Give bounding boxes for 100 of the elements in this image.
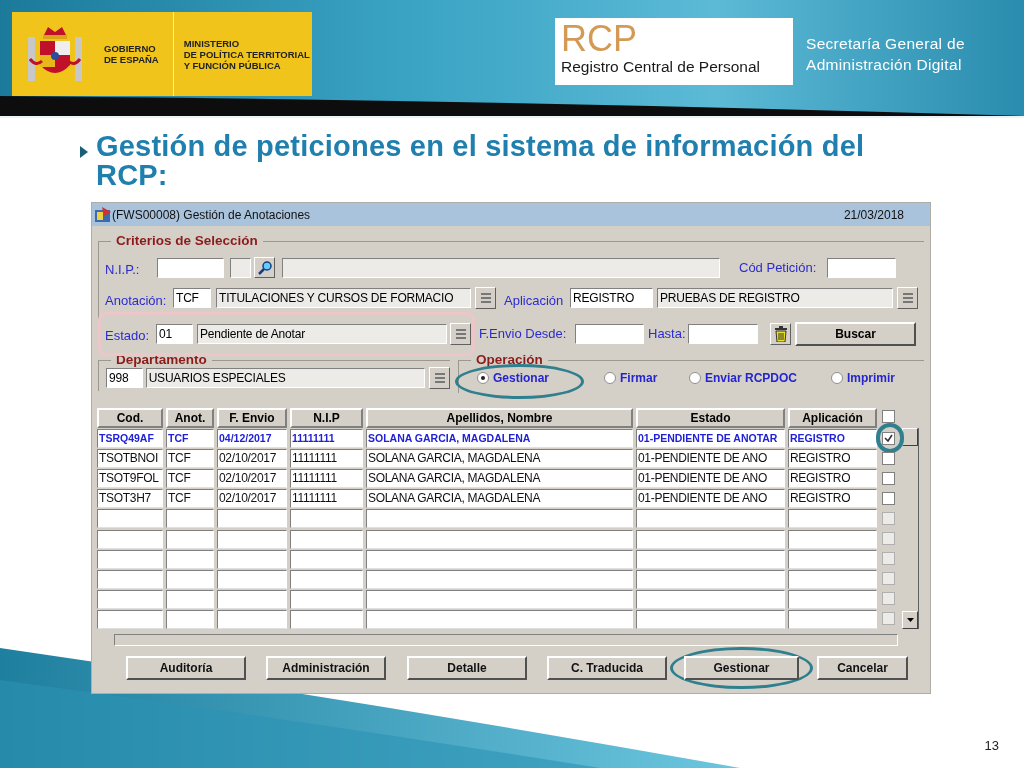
table-cell: TSOT3H7 (97, 489, 163, 509)
scrollbar[interactable] (902, 428, 919, 629)
table-cell: TSRQ49AF (97, 429, 163, 449)
field-label: Hasta: (648, 325, 687, 344)
table-cell: SOLANA GARCIA, MAGDALENA (366, 429, 633, 449)
check-icon (884, 433, 893, 443)
table-cell (217, 529, 287, 549)
table-cell: TCF (166, 429, 214, 449)
trash-icon (774, 326, 787, 342)
slide-title: Gestión de peticiones en el sistema de información del RCP: (96, 132, 866, 190)
checkbox[interactable] (882, 511, 895, 525)
table-cell (166, 589, 214, 609)
logo-name: Registro Central de Personal (561, 58, 761, 76)
action-button[interactable]: Cancelar (817, 656, 908, 680)
checkbox[interactable] (882, 410, 895, 423)
checkbox[interactable] (882, 491, 895, 505)
table-cell: 01-PENDIENTE DE ANO (636, 469, 785, 489)
column-header[interactable]: F. Envio (217, 408, 287, 428)
input-field[interactable] (827, 257, 896, 278)
page-number: 13 (984, 737, 999, 755)
table-cell: 02/10/2017 (217, 489, 287, 509)
list-button[interactable] (897, 287, 918, 310)
section-legend: Departamento (111, 353, 212, 367)
column-header[interactable]: Apellidos, Nombre (366, 408, 633, 428)
table-cell (166, 529, 214, 549)
field-label: Cód Petición: (739, 259, 818, 277)
input-field[interactable]: TCF (173, 288, 211, 309)
action-button[interactable]: Auditoría (126, 656, 246, 680)
table-cell: 01-PENDIENTE DE ANOTAR (636, 429, 785, 449)
checkbox[interactable] (882, 571, 895, 585)
bullet-icon (80, 146, 88, 158)
list-button[interactable] (475, 287, 496, 310)
list-button[interactable] (429, 367, 450, 389)
logo-acronym: RCP (561, 20, 637, 58)
input-field[interactable]: USUARIOS ESPECIALES (145, 368, 426, 388)
radio-button[interactable] (689, 372, 701, 384)
delete-button[interactable] (770, 323, 791, 345)
table-cell (166, 549, 214, 569)
table-cell (97, 609, 163, 629)
radio-button[interactable] (477, 372, 489, 384)
checkbox[interactable] (882, 551, 895, 565)
checkbox[interactable] (882, 471, 895, 485)
input-field[interactable]: Pendiente de Anotar (197, 324, 447, 344)
table-cell: SOLANA GARCIA, MAGDALENA (366, 489, 633, 509)
list-button[interactable] (450, 323, 471, 345)
search-icon (257, 260, 272, 275)
list-icon (902, 292, 913, 305)
radio-option[interactable]: Gestionar (477, 369, 549, 387)
checkbox[interactable] (882, 531, 895, 545)
table-cell (166, 569, 214, 589)
table-cell: 01-PENDIENTE DE ANO (636, 449, 785, 469)
radio-option[interactable]: Enviar RCPDOC (689, 369, 797, 387)
input-field[interactable] (282, 257, 720, 278)
table-cell: REGISTRO (788, 469, 877, 489)
input-field[interactable]: PRUEBAS DE REGISTRO (657, 288, 893, 309)
radio-option[interactable]: Imprimir (831, 369, 895, 387)
table-cell: REGISTRO (788, 429, 877, 449)
radio-option[interactable]: Firmar (604, 369, 658, 387)
input-field[interactable]: 01 (156, 324, 193, 344)
checkbox[interactable] (882, 591, 895, 605)
input-field[interactable] (688, 324, 758, 344)
table-cell: TCF (166, 469, 214, 489)
table-cell: 11111111 (290, 469, 363, 489)
checkbox[interactable] (882, 431, 895, 445)
table-cell (166, 509, 214, 529)
column-header[interactable]: N.I.P (290, 408, 363, 428)
column-header[interactable]: Cod. (97, 408, 163, 428)
input-field[interactable] (230, 257, 251, 278)
action-button[interactable]: Gestionar (684, 656, 799, 680)
radio-button[interactable] (604, 372, 616, 384)
input-field[interactable] (157, 257, 224, 278)
column-header[interactable]: Aplicación (788, 408, 877, 428)
table-cell: 11111111 (290, 489, 363, 509)
table-cell (217, 609, 287, 629)
table-cell (97, 549, 163, 569)
table-cell: 11111111 (290, 449, 363, 469)
action-button[interactable]: Administración (266, 656, 386, 680)
search-button[interactable]: Buscar (795, 322, 916, 346)
input-field[interactable]: 998 (106, 368, 143, 388)
input-field[interactable] (575, 324, 644, 344)
agency-name: Secretaría General de Administración Digital (806, 34, 965, 75)
search-button[interactable] (254, 257, 275, 279)
field-label: Aplicación (504, 291, 565, 310)
table-cell: 02/10/2017 (217, 469, 287, 489)
input-field[interactable]: REGISTRO (570, 288, 653, 309)
scroll-up-button[interactable] (902, 428, 918, 446)
checkbox[interactable] (882, 611, 895, 625)
table-cell (217, 509, 287, 529)
column-header[interactable]: Estado (636, 408, 785, 428)
table-cell (97, 589, 163, 609)
radio-button[interactable] (831, 372, 843, 384)
field-label: Estado: (105, 327, 151, 346)
input-field[interactable]: TITULACIONES Y CURSOS DE FORMACIO (216, 288, 471, 309)
window-title: (FWS00008) Gestión de Anotaciones (112, 206, 311, 224)
column-header[interactable]: Anot. (166, 408, 214, 428)
horizontal-scrollbar[interactable] (114, 634, 898, 646)
scroll-down-button[interactable] (902, 611, 918, 629)
action-button[interactable]: Detalle (407, 656, 527, 680)
section-legend: Operación (471, 353, 548, 367)
action-button[interactable]: C. Traducida (547, 656, 667, 680)
